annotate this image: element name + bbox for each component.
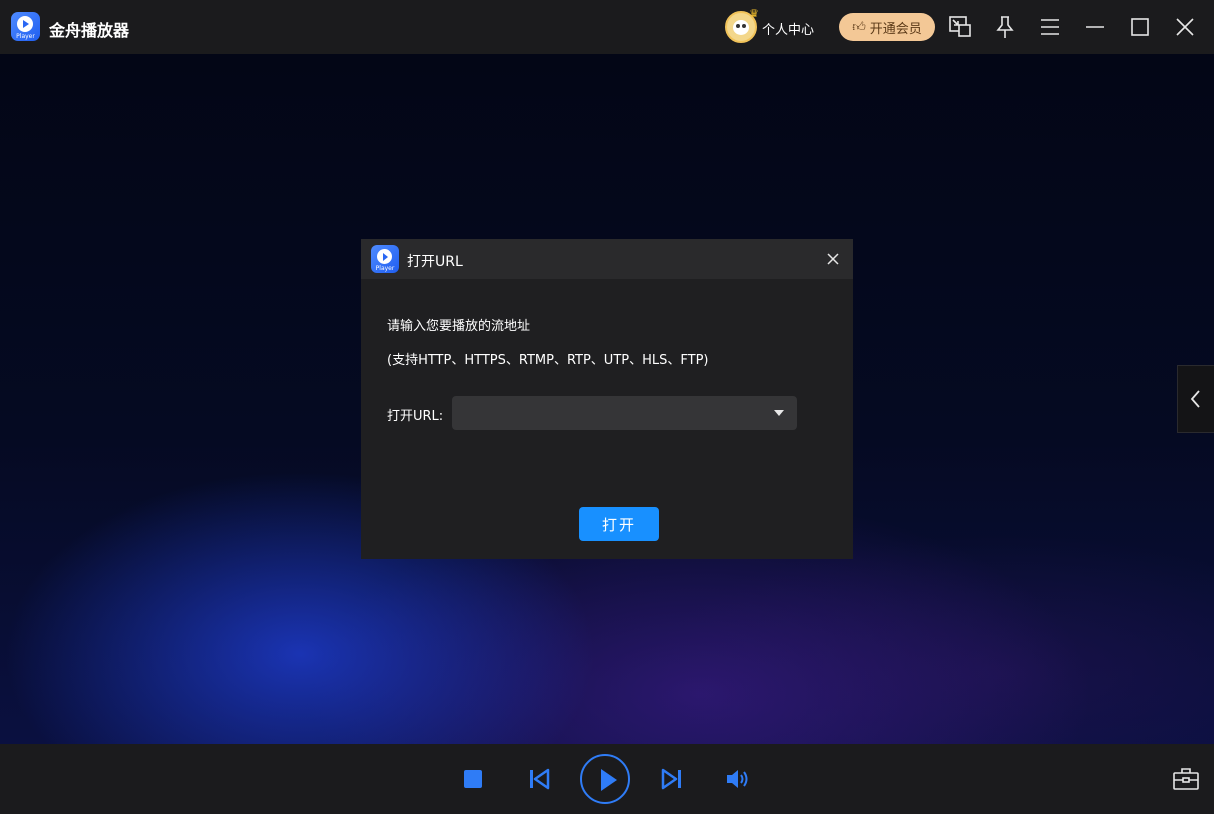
play-icon[interactable]	[580, 754, 630, 804]
supported-protocols: (支持HTTP、HTTPS、RTMP、RTP、UTP、HLS、FTP)	[387, 353, 709, 368]
chevron-left-icon	[1190, 390, 1200, 408]
stop-icon[interactable]	[464, 770, 482, 788]
thumbs-up-icon: 👍︎	[852, 19, 866, 35]
playlist-toggle[interactable]	[1177, 365, 1214, 433]
app-logo-icon: Player	[11, 12, 40, 41]
url-label: 打开URL:	[387, 409, 444, 424]
menu-icon[interactable]	[1037, 14, 1063, 40]
app-title: 金舟播放器	[49, 21, 130, 40]
maximize-icon[interactable]	[1127, 14, 1153, 40]
title-bar: Player 金舟播放器 ♛ 个人中心 👍︎ 开通会员	[0, 0, 1214, 54]
pip-icon[interactable]	[947, 14, 973, 40]
url-input[interactable]	[452, 396, 797, 430]
dialog-title: 打开URL	[407, 254, 463, 270]
vip-button[interactable]: 👍︎ 开通会员	[839, 13, 935, 41]
volume-icon[interactable]	[724, 767, 750, 791]
dialog-prompt: 请输入您要播放的流地址	[387, 319, 531, 334]
dialog-header: Player 打开URL	[361, 239, 853, 279]
player-window: Player 金舟播放器 ♛ 个人中心 👍︎ 开通会员 Player 打开URL…	[0, 0, 1214, 814]
next-icon[interactable]	[660, 767, 684, 791]
dropdown-caret-icon[interactable]	[774, 410, 784, 416]
app-logo-icon: Player	[371, 245, 399, 273]
vip-button-label: 开通会员	[869, 21, 922, 37]
control-bar	[0, 744, 1214, 814]
logo-caption: Player	[16, 33, 35, 40]
minimize-icon[interactable]	[1082, 14, 1108, 40]
personal-center-link[interactable]: 个人中心	[762, 19, 814, 38]
dialog-close-icon[interactable]	[825, 251, 841, 267]
close-icon[interactable]	[1172, 14, 1198, 40]
toolbox-icon[interactable]	[1172, 765, 1200, 793]
logo-caption: Player	[375, 265, 395, 272]
open-button[interactable]: 打开	[579, 507, 659, 541]
pin-icon[interactable]	[992, 14, 1018, 40]
previous-icon[interactable]	[527, 767, 551, 791]
open-url-dialog: Player 打开URL 请输入您要播放的流地址 (支持HTTP、HTTPS、R…	[361, 239, 853, 559]
avatar-icon[interactable]: ♛	[725, 7, 759, 43]
